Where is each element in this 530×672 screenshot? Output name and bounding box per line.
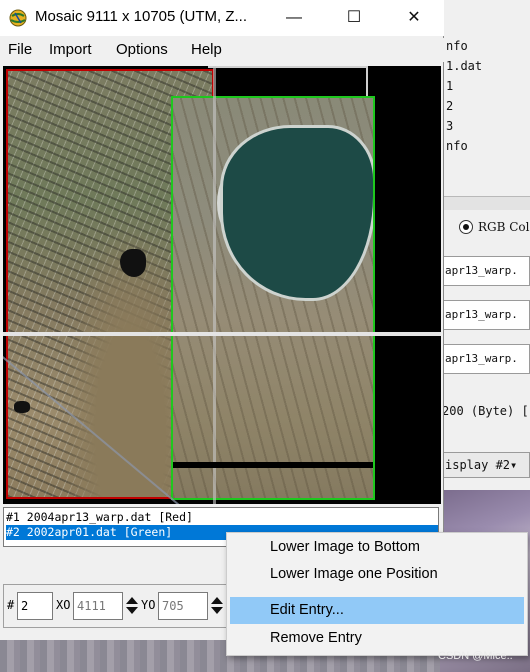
menu-file[interactable]: File: [8, 41, 32, 58]
x0-spinner[interactable]: [124, 593, 140, 619]
y0-field[interactable]: 705: [158, 592, 208, 620]
menu-item-lower-one-position[interactable]: Lower Image one Position: [230, 561, 524, 588]
rgb-radio-button[interactable]: [459, 220, 473, 234]
band-field[interactable]: apr13_warp.: [442, 344, 530, 374]
maximize-button[interactable]: ☐: [330, 0, 378, 36]
band-field[interactable]: apr13_warp.: [442, 256, 530, 286]
background-file-list: nfo 1.dat 1 2 3 nfo: [446, 36, 482, 156]
background-line: 1.dat: [446, 59, 483, 73]
spin-up-icon[interactable]: [211, 597, 223, 604]
close-button[interactable]: ✕: [390, 0, 438, 36]
mosaic-canvas[interactable]: [3, 66, 441, 504]
menu-import[interactable]: Import: [49, 41, 92, 58]
y0-label: YO: [141, 598, 156, 612]
y0-spinner[interactable]: [209, 593, 225, 619]
background-line: nfo: [446, 139, 468, 153]
watermark: CSDN @Mice..: [438, 650, 513, 662]
background-separator: [440, 196, 530, 210]
background-line: nfo: [446, 39, 468, 53]
image-feature: [14, 401, 30, 413]
minimize-button[interactable]: —: [270, 0, 318, 36]
image-tile-green[interactable]: [171, 96, 375, 500]
nodata-stripe: [173, 462, 373, 468]
road-vertical: [213, 66, 216, 504]
road-horizontal: [3, 332, 441, 336]
background-line: 3: [446, 119, 454, 133]
entry-number-field[interactable]: 2: [17, 592, 53, 620]
menu-help[interactable]: Help: [191, 41, 222, 58]
menu-item-lower-to-bottom[interactable]: Lower Image to Bottom: [230, 534, 524, 561]
menu-bar: File Import Options Help: [0, 38, 444, 62]
image-footprint-outline: [208, 66, 368, 98]
x0-label: XO: [56, 598, 71, 612]
background-line: 2: [446, 99, 454, 113]
spin-down-icon[interactable]: [126, 607, 138, 614]
window-title: Mosaic 9111 x 10705 (UTM, Z...: [35, 8, 248, 25]
display-dropdown[interactable]: isplay #2▾: [442, 452, 530, 478]
lake: [223, 128, 373, 298]
background-line: 1: [446, 79, 454, 93]
envi-globe-icon: [9, 9, 27, 27]
context-menu: Lower Image to Bottom Lower Image one Po…: [226, 532, 528, 656]
menu-item-edit-entry[interactable]: Edit Entry...: [230, 597, 524, 624]
menu-item-remove-entry[interactable]: Remove Entry: [230, 625, 524, 652]
title-bar[interactable]: Mosaic 9111 x 10705 (UTM, Z... — ☐ ✕: [0, 0, 444, 36]
list-item[interactable]: #1 2004apr13_warp.dat [Red]: [6, 510, 193, 525]
x0-field[interactable]: 4111: [73, 592, 123, 620]
dims-text: 200 (Byte) [: [442, 404, 529, 418]
rgb-radio-label: RGB Col: [478, 220, 530, 234]
entry-label: #: [7, 598, 15, 612]
image-feature: [120, 249, 146, 277]
spin-down-icon[interactable]: [211, 607, 223, 614]
spin-up-icon[interactable]: [126, 597, 138, 604]
band-field[interactable]: apr13_warp.: [442, 300, 530, 330]
menu-options[interactable]: Options: [116, 41, 168, 58]
